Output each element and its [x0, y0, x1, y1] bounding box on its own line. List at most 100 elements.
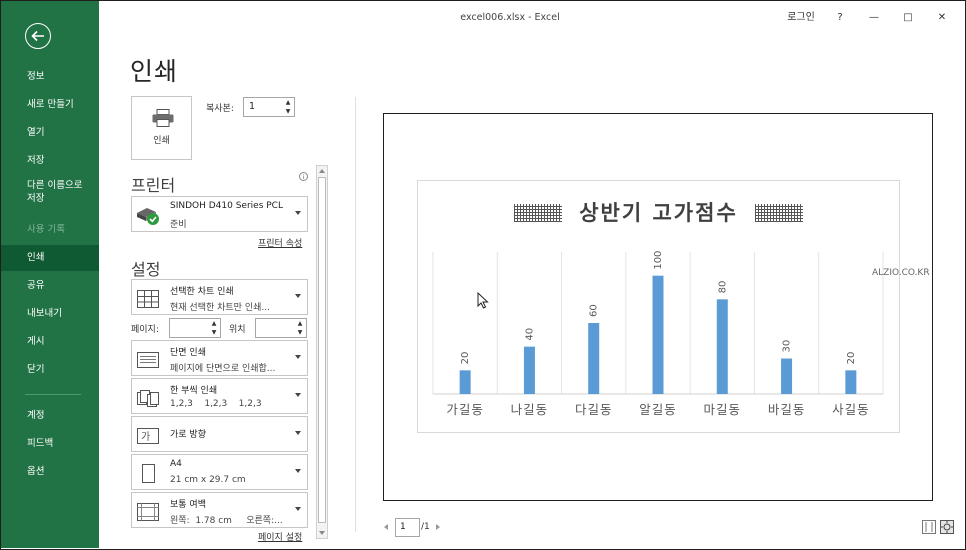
chevron-down-icon — [295, 393, 301, 397]
chevron-down-icon — [295, 469, 301, 473]
back-button[interactable] — [25, 23, 51, 49]
sidebar-item[interactable]: 피드백 — [1, 431, 99, 457]
data-label: 20 — [460, 352, 471, 365]
close-button[interactable]: ✕ — [932, 8, 952, 28]
one-sided-icon — [137, 352, 159, 368]
page-number-input[interactable]: 1 — [395, 518, 420, 537]
landscape-icon: 가 — [137, 428, 159, 444]
setting-line2: 페이지에 단면으로 인쇄합... — [170, 364, 276, 374]
panel-divider — [355, 97, 356, 532]
help-button[interactable]: ? — [832, 8, 848, 28]
chart-sheet-icon — [137, 290, 159, 308]
spin-up-icon[interactable]: ▲ — [284, 99, 292, 107]
settings-section-title: 설정 — [131, 260, 161, 279]
sidebar-item[interactable]: 열기 — [1, 120, 99, 146]
printer-ready-icon — [137, 208, 159, 225]
sidebar-item: 사용 기록 — [27, 224, 65, 235]
setting-line1: 선택한 차트 인쇄 — [170, 287, 234, 297]
bar — [781, 358, 793, 394]
bar — [845, 370, 857, 394]
spin-down-icon[interactable]: ▼ — [296, 329, 304, 337]
sidebar-item[interactable]: 다른 이름으로 저장 — [1, 178, 99, 212]
paper-size-select[interactable]: A4 21 cm x 29.7 cm — [131, 454, 308, 490]
print-what-select[interactable]: 선택한 차트 인쇄 현재 선택한 차트만 인쇄... — [131, 279, 308, 315]
spin-up-icon[interactable]: ▲ — [210, 320, 218, 328]
current-page: 1 — [400, 522, 406, 532]
backstage-sidebar: 정보 새로 만들기 열기 저장다른 이름으로 저장사용 기록인쇄 공유 내보내기 게시 닫기계… — [1, 1, 99, 548]
printer-select[interactable]: SINDOH D410 Series PCL 준비 — [131, 196, 308, 232]
window-title: excel006.xlsx - Excel — [460, 12, 560, 23]
print-button[interactable]: 인쇄 — [131, 96, 192, 160]
page-from-input[interactable]: ▲ ▼ — [169, 318, 221, 338]
chevron-down-icon — [295, 507, 301, 511]
next-page-icon[interactable] — [436, 524, 440, 530]
setting-line1: 한 부씩 인쇄 — [170, 386, 218, 396]
page-title: 인쇄 — [130, 57, 179, 86]
bar — [716, 299, 728, 394]
spin-up-icon[interactable]: ▲ — [296, 320, 304, 328]
setting-line2: 왼쪽: 1.78 cm 오른쪽:... — [170, 516, 283, 526]
bar — [652, 275, 664, 394]
total-pages: /1 — [421, 522, 430, 532]
copies-input[interactable]: 1 ▲ ▼ — [243, 97, 295, 117]
data-label: 100 — [653, 251, 664, 270]
category-label: 바길동 — [768, 402, 806, 417]
settings-scrollbar[interactable] — [316, 165, 328, 539]
sidebar-item[interactable]: 새로 만들기 — [1, 92, 99, 118]
chevron-down-icon — [295, 294, 301, 298]
sidebar-item[interactable]: 공유 — [1, 273, 99, 299]
scroll-up-icon[interactable] — [319, 169, 325, 173]
spin-down-icon[interactable]: ▼ — [284, 108, 292, 116]
signin-link[interactable]: 로그인 — [784, 8, 818, 28]
zoom-to-page-icon[interactable] — [940, 520, 954, 534]
scroll-down-icon[interactable] — [319, 531, 325, 535]
info-icon[interactable]: i — [299, 172, 308, 181]
data-label: 60 — [589, 304, 600, 317]
paper-icon — [142, 464, 155, 483]
chevron-down-icon — [295, 211, 301, 215]
copies-label: 복사본: — [206, 104, 234, 114]
spin-down-icon[interactable]: ▼ — [210, 329, 218, 337]
category-label: 가길동 — [446, 402, 484, 417]
margins-select[interactable]: 보통 여백 왼쪽: 1.78 cm 오른쪽:... — [131, 492, 308, 528]
sides-select[interactable]: 단면 인쇄 페이지에 단면으로 인쇄합... — [131, 340, 308, 376]
category-label: 알길동 — [639, 402, 677, 417]
sidebar-item[interactable]: 저장 — [1, 148, 99, 174]
sidebar-item[interactable]: 정보 — [1, 64, 99, 90]
minimize-button[interactable]: — — [864, 8, 884, 28]
show-margins-icon[interactable] — [922, 520, 936, 534]
copies-value: 1 — [249, 101, 256, 112]
prev-page-icon[interactable] — [384, 524, 388, 530]
maximize-button[interactable]: □ — [898, 8, 918, 28]
orientation-select[interactable]: 가 가로 방향 — [131, 416, 308, 452]
svg-text:가: 가 — [141, 431, 150, 443]
margins-icon — [137, 503, 159, 521]
data-label: 40 — [524, 328, 535, 341]
sidebar-item[interactable]: 게시 — [1, 329, 99, 355]
collate-icon — [137, 390, 159, 407]
category-label: 사길동 — [832, 402, 870, 417]
printer-section-title: 프린터 — [131, 176, 176, 195]
setting-line2: 현재 선택한 차트만 인쇄... — [170, 303, 270, 313]
page-setup-link[interactable]: 페이지 설정 — [258, 530, 302, 543]
watermark: ALZIO.CO.KR — [872, 268, 930, 278]
setting-line1: A4 — [170, 459, 182, 469]
scroll-thumb[interactable] — [318, 177, 326, 523]
sidebar-item[interactable]: 인쇄 — [1, 245, 99, 271]
sidebar-item[interactable]: 닫기 — [1, 357, 99, 383]
page-to-input[interactable]: ▲ ▼ — [255, 318, 307, 338]
printer-status: 준비 — [170, 220, 187, 230]
setting-line2: 21 cm x 29.7 cm — [170, 475, 246, 485]
setting-line1: 가로 방향 — [170, 430, 206, 440]
sidebar-item[interactable]: 내보내기 — [1, 301, 99, 327]
nav-divider — [25, 394, 81, 395]
back-arrow-icon — [31, 30, 44, 42]
sidebar-item[interactable]: 옵션 — [1, 459, 99, 485]
bar — [459, 370, 471, 394]
sidebar-item[interactable]: 계정 — [1, 403, 99, 429]
category-label: 나길동 — [511, 402, 549, 417]
printer-icon — [152, 109, 174, 127]
printer-properties-link[interactable]: 프린터 속성 — [258, 236, 302, 249]
collate-select[interactable]: 한 부씩 인쇄 1,2,3 1,2,3 1,2,3 — [131, 378, 308, 414]
category-label: 다길동 — [575, 402, 613, 417]
